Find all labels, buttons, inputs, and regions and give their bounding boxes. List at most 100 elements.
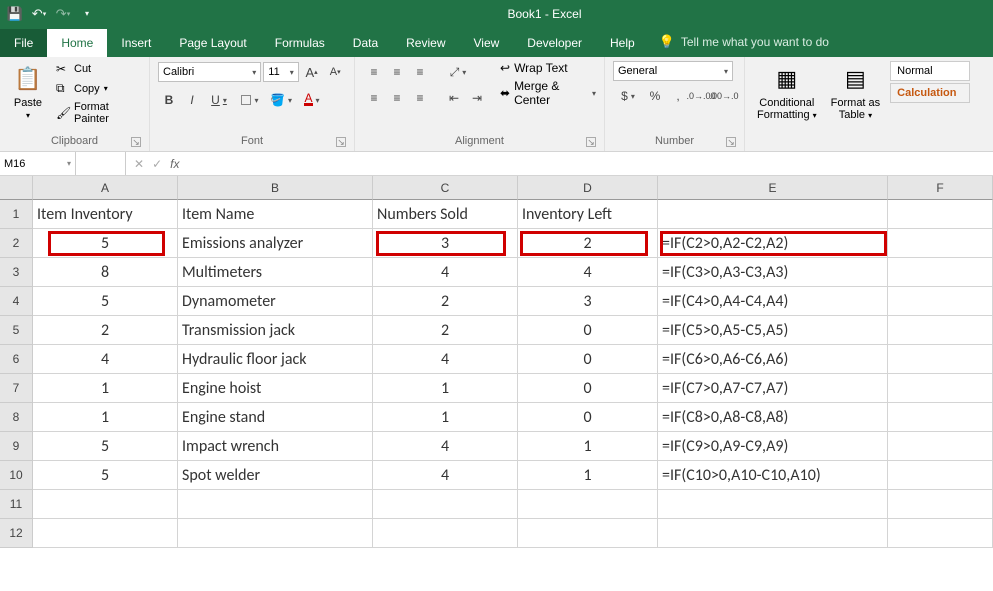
- tab-home[interactable]: Home: [47, 29, 107, 57]
- cell[interactable]: [888, 287, 993, 316]
- shrink-font-icon[interactable]: A▾: [324, 61, 346, 83]
- decrease-indent-icon[interactable]: ⇤: [443, 87, 465, 109]
- number-format-select[interactable]: General▾: [613, 61, 733, 81]
- cell[interactable]: =IF(C4>0,A4-C4,A4): [658, 287, 888, 316]
- align-top-icon[interactable]: ≡: [363, 61, 385, 83]
- paste-button[interactable]: 📋 Paste▾: [8, 61, 48, 133]
- cell[interactable]: Engine stand: [178, 403, 373, 432]
- tab-file[interactable]: File: [0, 29, 47, 57]
- cell[interactable]: 2: [33, 316, 178, 345]
- cell[interactable]: =IF(C2>0,A2-C2,A2): [658, 229, 888, 258]
- cell[interactable]: [888, 403, 993, 432]
- cell[interactable]: 5: [33, 287, 178, 316]
- cell[interactable]: 4: [373, 345, 518, 374]
- cell[interactable]: Item Inventory: [33, 200, 178, 229]
- row-header[interactable]: 9: [0, 432, 33, 461]
- wrap-text-button[interactable]: ↩Wrap Text: [500, 61, 596, 75]
- redo-icon[interactable]: ↷▾: [54, 5, 72, 23]
- undo-icon[interactable]: ↶▾: [30, 5, 48, 23]
- col-header[interactable]: A: [33, 176, 178, 200]
- cell[interactable]: [888, 258, 993, 287]
- borders-button[interactable]: ▾: [235, 89, 265, 111]
- cell[interactable]: 3: [518, 287, 658, 316]
- row-header[interactable]: 10: [0, 461, 33, 490]
- cell[interactable]: 0: [518, 403, 658, 432]
- align-middle-icon[interactable]: ≡: [386, 61, 408, 83]
- cell[interactable]: 1: [33, 403, 178, 432]
- cell[interactable]: 1: [518, 432, 658, 461]
- qat-customize-icon[interactable]: ▾: [78, 5, 96, 23]
- alignment-launcher-icon[interactable]: ↘: [586, 137, 596, 147]
- cut-button[interactable]: ✂Cut: [54, 61, 141, 77]
- bold-button[interactable]: B: [158, 89, 180, 111]
- format-as-table-button[interactable]: ▤ Format asTable ▾: [827, 61, 885, 145]
- cell[interactable]: =IF(C3>0,A3-C3,A3): [658, 258, 888, 287]
- fill-color-button[interactable]: 🪣▾: [266, 89, 296, 111]
- cell[interactable]: [888, 432, 993, 461]
- row-header[interactable]: 2: [0, 229, 33, 258]
- row-header[interactable]: 11: [0, 490, 33, 519]
- name-box[interactable]: M16▾: [0, 152, 76, 175]
- cell[interactable]: [518, 519, 658, 548]
- font-name-select[interactable]: Calibri▾: [158, 62, 261, 82]
- row-header[interactable]: 7: [0, 374, 33, 403]
- copy-button[interactable]: ⧉Copy ▾: [54, 80, 141, 97]
- col-header[interactable]: F: [888, 176, 993, 200]
- cell[interactable]: 4: [373, 432, 518, 461]
- cell[interactable]: 5: [33, 461, 178, 490]
- row-header[interactable]: 5: [0, 316, 33, 345]
- cell[interactable]: 5: [33, 229, 178, 258]
- clipboard-launcher-icon[interactable]: ↘: [131, 137, 141, 147]
- row-header[interactable]: 6: [0, 345, 33, 374]
- number-launcher-icon[interactable]: ↘: [726, 137, 736, 147]
- align-center-icon[interactable]: ≡: [386, 87, 408, 109]
- cell[interactable]: [178, 490, 373, 519]
- cell[interactable]: 4: [518, 258, 658, 287]
- cell[interactable]: [888, 374, 993, 403]
- cell[interactable]: Emissions analyzer: [178, 229, 373, 258]
- cell[interactable]: [888, 490, 993, 519]
- cell[interactable]: 4: [373, 258, 518, 287]
- cell-styles-gallery[interactable]: Normal Calculation: [890, 61, 970, 145]
- cell[interactable]: [33, 490, 178, 519]
- cell[interactable]: Hydraulic floor jack: [178, 345, 373, 374]
- col-header[interactable]: D: [518, 176, 658, 200]
- cell[interactable]: [888, 200, 993, 229]
- cell[interactable]: Engine hoist: [178, 374, 373, 403]
- cell[interactable]: 2: [373, 287, 518, 316]
- cell[interactable]: 0: [518, 316, 658, 345]
- fx-icon[interactable]: fx: [170, 157, 179, 171]
- decrease-decimal-icon[interactable]: .00→.0: [713, 85, 735, 107]
- row-header[interactable]: 12: [0, 519, 33, 548]
- save-icon[interactable]: 💾: [6, 5, 24, 23]
- style-calculation[interactable]: Calculation: [890, 83, 970, 103]
- cell[interactable]: [658, 490, 888, 519]
- cell[interactable]: =IF(C8>0,A8-C8,A8): [658, 403, 888, 432]
- cell[interactable]: =IF(C9>0,A9-C9,A9): [658, 432, 888, 461]
- italic-button[interactable]: I: [181, 89, 203, 111]
- cell[interactable]: Inventory Left: [518, 200, 658, 229]
- cancel-formula-icon[interactable]: ✕: [134, 157, 144, 171]
- cell[interactable]: [888, 316, 993, 345]
- tab-insert[interactable]: Insert: [107, 29, 165, 57]
- cell[interactable]: [33, 519, 178, 548]
- currency-button[interactable]: $▾: [613, 85, 643, 107]
- cell[interactable]: [518, 490, 658, 519]
- col-header[interactable]: B: [178, 176, 373, 200]
- row-header[interactable]: 4: [0, 287, 33, 316]
- cell[interactable]: [658, 519, 888, 548]
- cell[interactable]: Impact wrench: [178, 432, 373, 461]
- formula-input[interactable]: [187, 152, 993, 175]
- cell[interactable]: [888, 519, 993, 548]
- font-launcher-icon[interactable]: ↘: [336, 137, 346, 147]
- row-header[interactable]: 1: [0, 200, 33, 229]
- cell[interactable]: 0: [518, 374, 658, 403]
- cell[interactable]: Item Name: [178, 200, 373, 229]
- cell[interactable]: 1: [373, 403, 518, 432]
- font-size-select[interactable]: 11▾: [263, 62, 299, 82]
- cell[interactable]: =IF(C7>0,A7-C7,A7): [658, 374, 888, 403]
- cell[interactable]: [373, 519, 518, 548]
- cell[interactable]: 8: [33, 258, 178, 287]
- tab-page-layout[interactable]: Page Layout: [165, 29, 260, 57]
- cell[interactable]: 5: [33, 432, 178, 461]
